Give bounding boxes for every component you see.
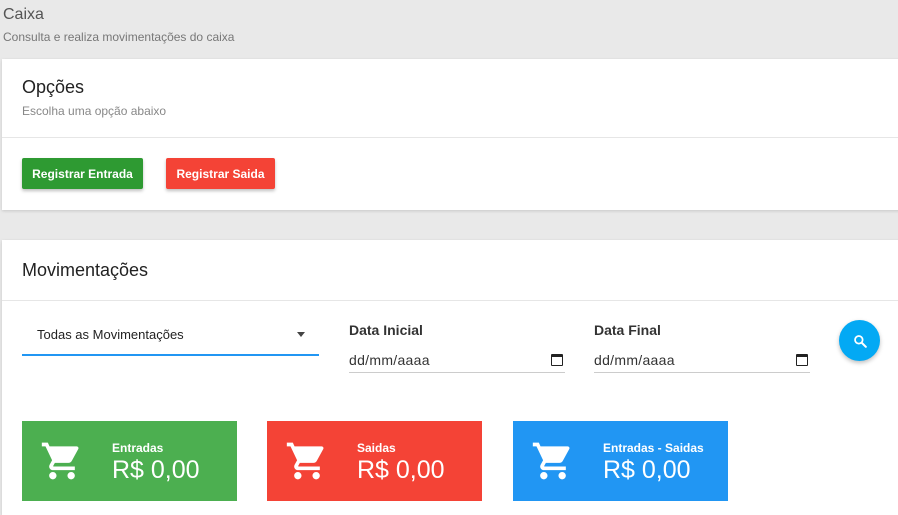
registrar-saida-button[interactable]: Registrar Saida: [166, 158, 275, 189]
filter-selected-value: Todas as Movimentações: [37, 327, 184, 342]
movimentacoes-card: Movimentações Todas as Movimentações Dat…: [2, 240, 898, 515]
opcoes-title: Opções: [22, 77, 85, 97]
cart-icon: [286, 442, 324, 480]
data-inicial-value: dd/mm/aaaa: [349, 351, 430, 368]
cart-icon: [532, 442, 570, 480]
stat-saidas-label: Saidas: [357, 441, 396, 455]
search-icon: [853, 334, 867, 348]
data-inicial-group: Data Inicial dd/mm/aaaa: [349, 322, 565, 373]
data-inicial-input[interactable]: dd/mm/aaaa: [349, 347, 565, 373]
stat-entradas-label: Entradas: [112, 441, 164, 455]
page-header: Caixa Consulta e realiza movimentações d…: [3, 6, 234, 44]
registrar-entrada-button[interactable]: Registrar Entrada: [22, 158, 143, 189]
divider: [2, 137, 898, 138]
stat-saldo-value: R$ 0,00: [603, 456, 691, 484]
divider: [2, 300, 898, 301]
page-subtitle: Consulta e realiza movimentações do caix…: [3, 30, 235, 44]
cart-icon: [41, 442, 79, 480]
stat-entradas: Entradas R$ 0,00: [22, 421, 237, 501]
data-final-label: Data Final: [594, 322, 661, 338]
data-final-value: dd/mm/aaaa: [594, 351, 675, 368]
stat-saldo: Entradas - Saidas R$ 0,00: [513, 421, 728, 501]
stat-saldo-label: Entradas - Saidas: [603, 441, 704, 455]
stat-saidas-value: R$ 0,00: [357, 456, 445, 484]
data-final-input[interactable]: dd/mm/aaaa: [594, 347, 810, 373]
data-inicial-label: Data Inicial: [349, 322, 423, 338]
chevron-down-icon: [297, 332, 305, 337]
movimentacoes-title: Movimentações: [22, 260, 149, 280]
search-button[interactable]: [839, 320, 880, 361]
calendar-icon[interactable]: [551, 353, 563, 366]
calendar-icon[interactable]: [796, 353, 808, 366]
opcoes-card: Opções Escolha uma opção abaixo Registra…: [2, 59, 898, 210]
stat-saidas: Saidas R$ 0,00: [267, 421, 482, 501]
data-final-group: Data Final dd/mm/aaaa: [594, 322, 810, 373]
opcoes-subtitle: Escolha uma opção abaixo: [22, 104, 167, 118]
stat-entradas-value: R$ 0,00: [112, 456, 200, 484]
movimentacoes-filter-select[interactable]: Todas as Movimentações: [22, 315, 319, 356]
page-title: Caixa: [3, 6, 44, 23]
